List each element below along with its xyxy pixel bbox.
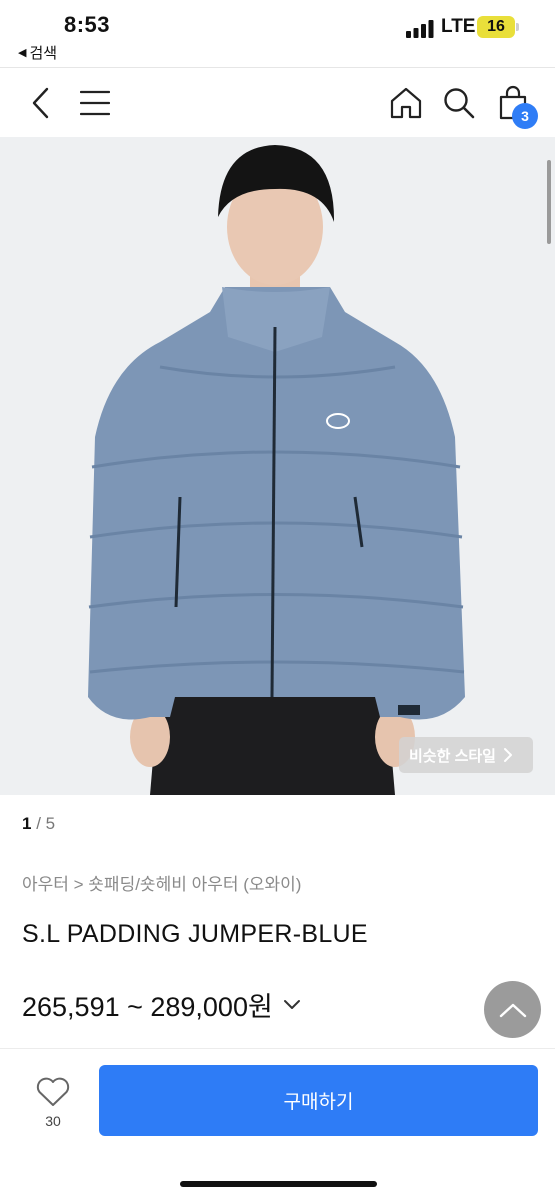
similar-style-label: 비슷한 스타일	[409, 747, 496, 765]
product-title: S.L PADDING JUMPER-BLUE	[22, 920, 368, 948]
back-to-search-link[interactable]: ◀ 검색	[18, 42, 57, 63]
price-range: 265,591 ~ 289,000원	[22, 992, 273, 1022]
image-pager: 1 / 5	[22, 814, 55, 834]
buy-button[interactable]: 구매하기	[99, 1065, 538, 1136]
back-chevron-icon[interactable]	[28, 86, 52, 120]
home-icon[interactable]	[389, 86, 423, 120]
battery-icon: 16	[477, 16, 515, 38]
like-count: 30	[45, 1113, 61, 1129]
home-indicator[interactable]	[180, 1181, 377, 1187]
price-range-selector[interactable]: 265,591 ~ 289,000원	[22, 985, 301, 1024]
product-photo-illustration	[0, 137, 555, 795]
nav-top-divider	[0, 67, 555, 68]
scroll-to-top-button[interactable]	[484, 981, 541, 1038]
menu-icon[interactable]	[80, 89, 110, 117]
status-time: 8:53	[64, 12, 111, 37]
chevron-down-icon	[283, 999, 300, 1009]
search-icon[interactable]	[442, 86, 476, 120]
page-scrollbar[interactable]	[547, 160, 551, 244]
cart-count-badge: 3	[512, 103, 538, 129]
pager-total: 5	[45, 814, 56, 833]
battery-level: 16	[487, 18, 505, 35]
chevron-up-icon	[499, 1003, 526, 1017]
back-to-search-label: 검색	[29, 45, 58, 62]
back-triangle-icon: ◀	[18, 47, 27, 59]
battery-cap	[516, 23, 519, 31]
pager-separator: /	[31, 814, 46, 833]
similar-style-button[interactable]: 비슷한 스타일	[399, 737, 533, 773]
bottom-bar-divider	[0, 1048, 555, 1049]
network-type: LTE	[441, 16, 476, 37]
product-image[interactable]	[0, 137, 555, 795]
heart-icon[interactable]	[35, 1076, 71, 1108]
signal-strength-icon	[406, 20, 434, 38]
category-breadcrumb[interactable]: 아우터 > 숏패딩/숏헤비 아우터 (오와이)	[22, 870, 301, 895]
chevron-right-icon	[503, 748, 512, 762]
